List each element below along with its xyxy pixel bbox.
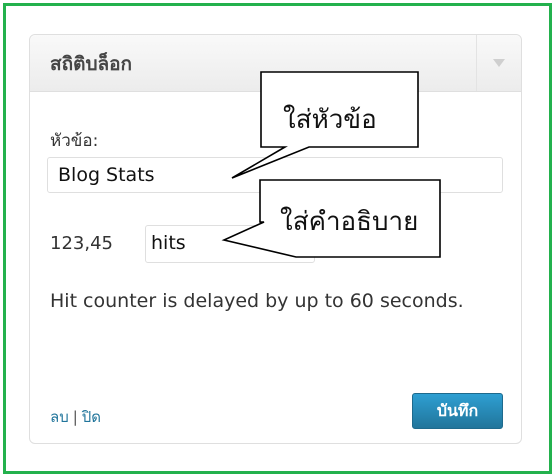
title-input[interactable]: Blog Stats [47,157,503,193]
widget-control-links: ลบ | ปิด [50,405,101,429]
save-button[interactable]: บันทึก [412,393,503,429]
widget-toggle-button[interactable] [476,35,521,91]
triangle-down-icon [493,59,505,67]
link-separator: | [72,408,78,426]
blog-stats-widget: สถิติบล็อก หัวข้อ: Blog Stats 123,45 hit… [29,34,522,444]
title-field-label: หัวข้อ: [50,131,99,151]
hit-counter-note: Hit counter is delayed by up to 60 secon… [50,290,464,312]
widget-title: สถิติบล็อก [50,53,133,75]
widget-header[interactable]: สถิติบล็อก [30,35,521,92]
close-link[interactable]: ปิด [82,408,101,426]
callout-description-hint: ใส่คำอธิบาย [280,207,419,237]
callout-title-hint: ใส่หัวข้อ [283,105,377,135]
delete-link[interactable]: ลบ [50,408,69,426]
hits-count: 123,45 [50,233,113,254]
